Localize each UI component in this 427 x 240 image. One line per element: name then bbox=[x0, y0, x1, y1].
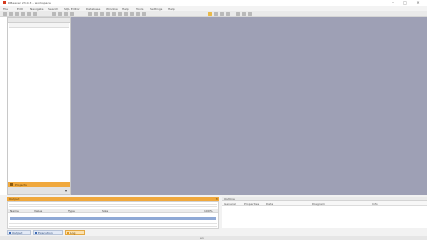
tab-execution[interactable]: Execution bbox=[33, 230, 63, 235]
menu-settings[interactable]: Settings bbox=[150, 7, 162, 11]
output-icon bbox=[9, 232, 11, 234]
tab-execution-label: Execution bbox=[38, 231, 53, 235]
collapse-arrow-icon[interactable]: ▾ bbox=[65, 188, 67, 193]
panel-icon[interactable] bbox=[220, 12, 224, 16]
compare-icon[interactable] bbox=[130, 12, 134, 16]
menu-file[interactable]: File bbox=[3, 7, 8, 11]
menu-edit[interactable]: Edit bbox=[17, 7, 23, 11]
open-icon[interactable] bbox=[9, 12, 13, 16]
navigator-panel: Projects ▾ bbox=[7, 17, 71, 195]
tab-output-label: Output bbox=[12, 231, 23, 235]
outline-body bbox=[222, 206, 427, 228]
save-icon[interactable] bbox=[15, 12, 19, 16]
output-line bbox=[9, 204, 217, 205]
transaction-icon[interactable] bbox=[64, 12, 68, 16]
log-icon bbox=[67, 232, 69, 234]
editor-workspace[interactable] bbox=[71, 17, 427, 195]
output-line bbox=[9, 223, 217, 224]
explain-icon[interactable] bbox=[94, 12, 98, 16]
import-icon[interactable] bbox=[124, 12, 128, 16]
column-header[interactable]: Name bbox=[10, 209, 19, 213]
menu-help[interactable]: Help bbox=[122, 7, 129, 11]
output-body: Name Value Type Size 100% bbox=[7, 201, 219, 229]
menu-navigate[interactable]: Navigate bbox=[30, 7, 43, 11]
back-icon[interactable] bbox=[236, 12, 240, 16]
grid-icon[interactable] bbox=[226, 12, 230, 16]
history-icon[interactable] bbox=[112, 12, 116, 16]
diagram-icon[interactable] bbox=[136, 12, 140, 16]
execute-icon[interactable] bbox=[88, 12, 92, 16]
app-icon bbox=[3, 1, 6, 4]
status-text: en bbox=[200, 236, 204, 240]
status-bar: en bbox=[0, 236, 427, 240]
projects-icon bbox=[10, 183, 13, 186]
commit-icon[interactable] bbox=[52, 12, 56, 16]
format-icon[interactable] bbox=[100, 12, 104, 16]
output-line bbox=[9, 206, 217, 207]
layout-icon[interactable] bbox=[214, 12, 218, 16]
export-icon[interactable] bbox=[118, 12, 122, 16]
forward-icon[interactable] bbox=[242, 12, 246, 16]
tab-info[interactable]: Info bbox=[372, 202, 378, 206]
tab-data[interactable]: Data bbox=[266, 202, 273, 206]
disconnect-icon[interactable] bbox=[33, 12, 37, 16]
window-title: DBeaver 23.0.3 – workspace bbox=[8, 0, 51, 5]
highlight-icon[interactable] bbox=[208, 12, 212, 16]
navigator-bottom-bar: ▾ bbox=[8, 187, 70, 194]
connect-icon[interactable] bbox=[27, 12, 31, 16]
tab-output[interactable]: Output bbox=[7, 230, 31, 235]
tab-log[interactable]: Log bbox=[65, 230, 85, 235]
column-header[interactable]: Type bbox=[68, 209, 75, 213]
find-icon[interactable] bbox=[106, 12, 110, 16]
menu-database[interactable]: Database bbox=[86, 7, 100, 11]
tab-log-label: Log bbox=[70, 231, 76, 235]
progress-label: 100% bbox=[204, 209, 213, 213]
new-connection-icon[interactable] bbox=[3, 12, 7, 16]
output-line bbox=[9, 226, 217, 227]
up-icon[interactable] bbox=[248, 12, 252, 16]
execution-icon bbox=[35, 232, 37, 234]
sql-icon[interactable] bbox=[21, 12, 25, 16]
tab-general[interactable]: General bbox=[224, 202, 236, 206]
bottom-tab-strip: Output Execution Log bbox=[7, 230, 219, 235]
progress-fill bbox=[10, 217, 216, 220]
menu-window[interactable]: Window bbox=[106, 7, 118, 11]
settings-icon[interactable] bbox=[142, 12, 146, 16]
menu-help-2[interactable]: Help bbox=[168, 7, 175, 11]
rollback-icon[interactable] bbox=[58, 12, 62, 16]
progress-bar bbox=[10, 217, 216, 220]
column-header[interactable]: Size bbox=[102, 209, 108, 213]
navigator-search-input[interactable] bbox=[9, 23, 69, 28]
menu-tools[interactable]: Tools bbox=[136, 7, 143, 11]
refresh-icon[interactable] bbox=[70, 12, 74, 16]
output-columns: Name Value Type Size 100% bbox=[8, 209, 218, 213]
menu-search[interactable]: Search bbox=[48, 7, 58, 11]
bottom-panels: Output ✕ Name Value Type Size 100% Outli… bbox=[0, 195, 427, 240]
tab-diagram[interactable]: Diagram bbox=[312, 202, 325, 206]
column-header[interactable]: Value bbox=[34, 209, 42, 213]
menu-sql-editor[interactable]: SQL Editor bbox=[64, 7, 80, 11]
tab-properties[interactable]: Properties bbox=[244, 202, 259, 206]
projects-label: Projects bbox=[15, 182, 27, 187]
